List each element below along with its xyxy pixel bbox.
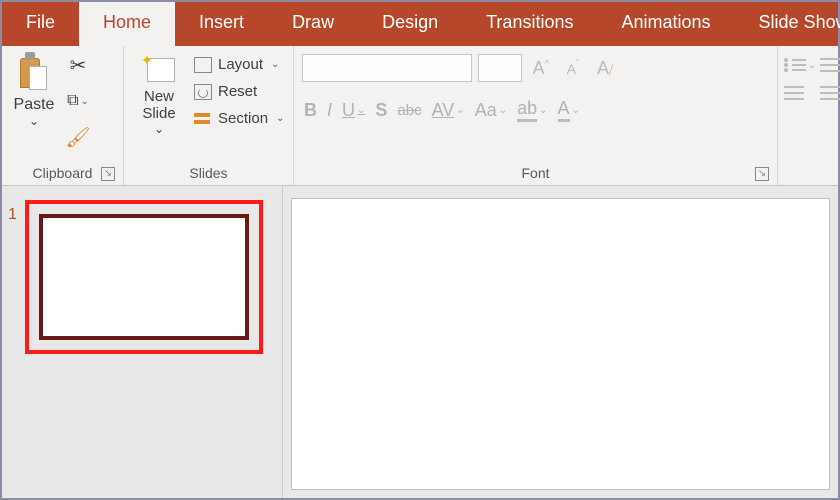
scissors-icon: ✂ (70, 53, 87, 78)
new-slide-button[interactable]: ✦ New Slide ⌄ (130, 50, 188, 138)
tab-slideshow[interactable]: Slide Show (735, 2, 840, 46)
paste-button[interactable]: Paste ⌄ (8, 50, 60, 130)
slide-editor-pane (282, 186, 838, 498)
copy-button[interactable]: ⧉⌄ (64, 88, 92, 114)
font-size-combo[interactable] (478, 54, 522, 82)
tab-insert[interactable]: Insert (175, 2, 268, 46)
reset-label: Reset (218, 83, 257, 100)
tab-animations[interactable]: Animations (597, 2, 734, 46)
group-label: Slides (189, 165, 227, 181)
group-label: Clipboard (33, 165, 93, 181)
ribbon-tabs: File Home Insert Draw Design Transitions… (2, 2, 838, 46)
shrink-font-icon: A (567, 61, 576, 77)
section-button[interactable]: Section ⌄ (192, 108, 286, 129)
copy-icon: ⧉ (67, 92, 78, 110)
format-painter-button[interactable]: 🖌 (64, 124, 92, 150)
highlight-label: ab (517, 98, 537, 122)
char-spacing-button[interactable]: AV⌄ (432, 100, 465, 121)
bullets-icon (784, 58, 806, 72)
chevron-down-icon: ⌄ (357, 105, 365, 116)
tab-draw[interactable]: Draw (268, 2, 358, 46)
annotation-highlight (25, 200, 263, 354)
spacing-label: AV (432, 100, 455, 121)
chevron-down-icon: ⌄ (154, 122, 164, 136)
shrink-font-button[interactable]: Aˇ (560, 58, 586, 79)
bold-button[interactable]: B (304, 100, 317, 121)
slide-number: 1 (8, 200, 17, 224)
grow-font-button[interactable]: A^ (528, 58, 554, 79)
numbering-button[interactable] (820, 58, 840, 72)
reset-icon (194, 84, 212, 100)
slide-thumbnail-pane[interactable]: 1 (2, 186, 282, 498)
chevron-down-icon: ⌄ (271, 59, 279, 70)
new-slide-icon: ✦ (141, 52, 177, 86)
chevron-down-icon: ⌄ (29, 114, 39, 128)
chevron-down-icon: ⌄ (456, 105, 464, 116)
section-icon (194, 111, 212, 127)
group-font: A^ Aˇ A⧸ B I U⌄ S abc AV⌄ Aa⌄ ab⌄ A⌄ Fon… (294, 46, 778, 185)
workspace: 1 (2, 186, 838, 498)
group-slides: ✦ New Slide ⌄ Layout ⌄ Reset Section (124, 46, 294, 185)
chevron-down-icon: ⌄ (81, 96, 89, 107)
align-left-icon (784, 86, 804, 100)
tab-design[interactable]: Design (358, 2, 462, 46)
tab-home[interactable]: Home (79, 2, 175, 46)
layout-button[interactable]: Layout ⌄ (192, 54, 286, 75)
ribbon: Paste ⌄ ✂ ⧉⌄ 🖌 Clipboard ↘ ✦ New Slide ⌄ (2, 46, 838, 186)
chevron-down-icon: ⌄ (572, 105, 580, 116)
tab-transitions[interactable]: Transitions (462, 2, 597, 46)
group-paragraph: ⌄ (778, 46, 838, 185)
chevron-down-icon: ⌄ (499, 105, 507, 116)
align-left-button[interactable] (784, 86, 816, 100)
grow-font-icon: A (533, 58, 545, 78)
align-center-button[interactable] (820, 86, 840, 100)
underline-button[interactable]: U⌄ (342, 100, 365, 121)
italic-button[interactable]: I (327, 100, 332, 121)
font-name-combo[interactable] (302, 54, 472, 82)
tab-file[interactable]: File (2, 2, 79, 46)
slide-canvas[interactable] (291, 198, 830, 490)
slide-thumbnail-1[interactable] (39, 214, 249, 340)
section-label: Section (218, 110, 268, 127)
numbering-icon (820, 58, 840, 72)
cut-button[interactable]: ✂ (64, 52, 92, 78)
clipboard-icon (17, 52, 51, 92)
paste-label: Paste (14, 96, 55, 114)
clear-formatting-button[interactable]: A⧸ (592, 58, 618, 79)
layout-icon (194, 57, 212, 73)
text-shadow-button[interactable]: S (375, 100, 387, 121)
highlight-button[interactable]: ab⌄ (517, 98, 547, 122)
bullets-button[interactable]: ⌄ (784, 58, 816, 72)
dialog-launcher-icon[interactable]: ↘ (755, 167, 769, 181)
reset-button[interactable]: Reset (192, 81, 286, 102)
layout-label: Layout (218, 56, 263, 73)
group-clipboard: Paste ⌄ ✂ ⧉⌄ 🖌 Clipboard ↘ (2, 46, 124, 185)
font-color-label: A (558, 98, 570, 122)
dialog-launcher-icon[interactable]: ↘ (101, 167, 115, 181)
strikethrough-button[interactable]: abc (397, 102, 421, 119)
case-label: Aa (475, 100, 497, 121)
align-center-icon (820, 86, 840, 100)
group-label: Font (521, 165, 549, 181)
font-color-button[interactable]: A⌄ (558, 98, 580, 122)
change-case-button[interactable]: Aa⌄ (475, 100, 507, 121)
chevron-down-icon: ⌄ (808, 60, 816, 71)
new-slide-label: New Slide (142, 88, 175, 122)
clear-format-icon: A (597, 58, 609, 78)
paintbrush-icon: 🖌 (65, 125, 90, 150)
underline-label: U (342, 100, 355, 121)
chevron-down-icon: ⌄ (276, 113, 284, 124)
chevron-down-icon: ⌄ (539, 105, 547, 116)
